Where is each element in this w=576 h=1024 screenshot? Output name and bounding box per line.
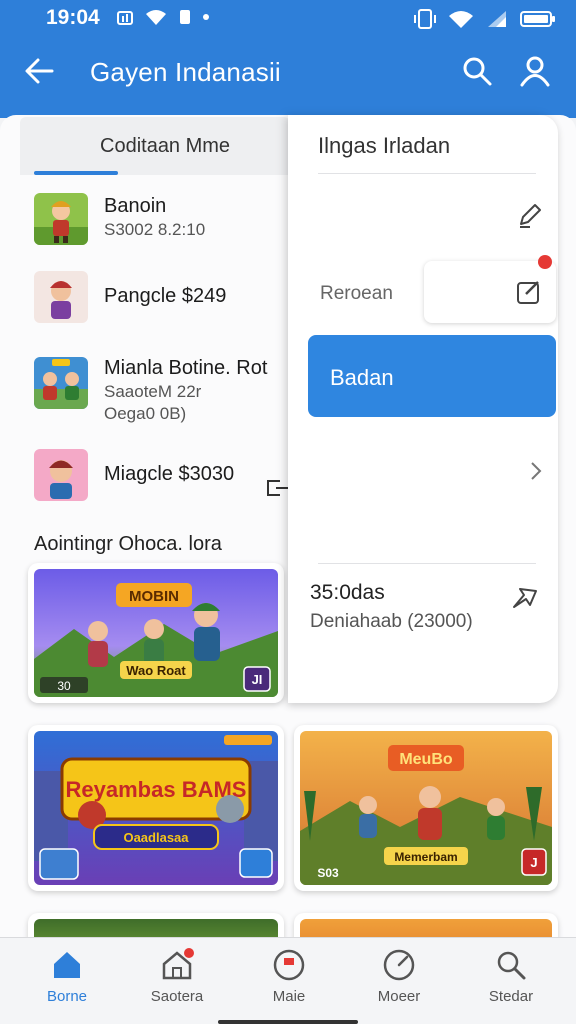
game-card[interactable] [294,913,558,937]
share-icon[interactable] [510,583,540,611]
battery-icon [520,11,555,27]
cell-signal-icon [488,11,506,27]
list-item-text: Banoin S3002 8.2:10 [104,193,205,241]
tab-label: Coditaan Mme [100,135,231,157]
pencil-icon[interactable] [516,201,544,229]
game-card-corner: JI [252,672,263,687]
nav-item-home[interactable]: Borne [22,948,112,1005]
page-title: Gayen Indanasii [90,57,281,87]
status-bar: 19:04 [0,0,576,36]
game-card-label: Memerbam [394,850,457,864]
list-item-subtitle: S3002 8.2:10 [104,220,206,239]
game-card-banner: MOBIN [129,588,179,605]
list-item[interactable]: Mianla Botine. Rot SaaoteM 22r Oega0 0B) [34,355,284,427]
wifi-icon [146,10,166,25]
search-icon [497,951,526,980]
person-icon[interactable] [518,54,552,88]
game-card-art: MeuBo Memerbam S03 J [300,731,552,885]
store-icon [162,948,194,980]
status-right-icons [414,8,556,30]
list-item-text: Pangcle $249 [104,283,226,309]
list-item-title: Miagcle $3030 [104,463,235,485]
panel-subtitle: Deniahaab (23000) [310,611,473,632]
wifi-icon [449,11,473,28]
divider [318,173,536,174]
nav-label: Moeer [377,988,421,1005]
game-card-art: Reyambas BAMS Oaadlasaa [34,731,278,885]
edit-field[interactable] [424,255,556,323]
game-thumbnail [34,193,88,245]
nav-label: Saotera [150,988,204,1005]
field-label: Reroean [320,283,393,304]
tab-strip[interactable]: Coditaan Mme [20,117,290,175]
game-card-banner: MeuBo [399,751,453,768]
list-item-text: Miagcle $3030 [104,461,234,487]
edit-icon [517,281,539,304]
list-item[interactable]: Pangcle $249 [34,271,284,323]
game-card-label: Wao Roat [126,663,186,678]
record-icon [273,949,305,981]
game-thumbnail [34,271,88,323]
search-icon[interactable] [460,54,494,88]
signal-bars-icon [117,11,133,25]
nav-label: Borne [46,988,88,1005]
status-time: 19:04 [46,6,100,29]
bottom-nav: Borne Saotera Maie Moeer Stedar [0,937,576,1024]
game-card[interactable]: MeuBo Memerbam S03 J [294,725,558,891]
game-card-banner: Reyambas BAMS [66,777,247,802]
list-item-title: Mianla Botine. Rot [104,357,268,379]
panel-time: 35:0das [310,581,385,604]
section-title: Aointingr Ohoca. lora [34,533,222,555]
list-item-title: Pangcle $249 [104,285,227,307]
game-card[interactable] [28,913,284,937]
nav-item-store[interactable]: Saotera [132,948,222,1005]
dot-icon [203,14,209,20]
app-bar: Gayen Indanasii [0,40,576,104]
game-card[interactable]: MOBIN Wao Roat 30 JI [28,563,284,703]
top-bar: 19:04 Gayen Indanasii [0,0,576,118]
list-item[interactable]: Banoin S3002 8.2:10 [34,193,284,249]
game-card-art: MOBIN Wao Roat 30 JI [34,569,278,697]
nav-label: Maie [272,988,306,1005]
home-icon [54,952,80,978]
list-item-detail: Oega0 0B) [104,404,187,423]
game-card-label: Oaadlasaa [123,830,189,845]
nav-label: Stedar [488,988,534,1005]
panel-title: Ilngas Irladan [318,133,451,158]
side-panel: Ilngas Irladan Reroean Badan 35:0das Den… [288,115,558,703]
list-item-text: Mianla Botine. Rot SaaoteM 22r Oega0 0B) [104,355,267,425]
nav-item-search[interactable]: Stedar [466,948,556,1005]
vibrate-icon [414,9,436,29]
nav-item-meter[interactable]: Moeer [354,948,444,1005]
list-item[interactable]: Miagcle $3030 [34,449,284,501]
exit-icon[interactable] [266,479,290,497]
gauge-icon [383,949,415,981]
notification-dot [538,255,552,269]
game-card[interactable]: Reyambas BAMS Oaadlasaa [28,725,284,891]
chevron-right-icon[interactable] [528,459,544,483]
game-card-art [300,919,552,937]
list-item-title: Banoin [104,195,167,217]
status-left-icons [116,8,210,26]
game-thumbnail [34,357,88,409]
game-card-art [34,919,278,937]
nav-item-media[interactable]: Maie [244,948,334,1005]
game-thumbnail [34,449,88,501]
tab-indicator [34,171,118,175]
game-card-badge: S03 [317,866,339,880]
sim-icon [180,10,190,24]
arrow-left-icon[interactable] [22,54,56,88]
divider [318,563,536,564]
game-card-badge: 30 [57,679,71,693]
primary-button[interactable]: Badan [308,335,556,417]
home-indicator [218,1020,358,1024]
game-card-corner: J [530,855,537,870]
list-item-subtitle: SaaoteM 22r [104,382,202,401]
